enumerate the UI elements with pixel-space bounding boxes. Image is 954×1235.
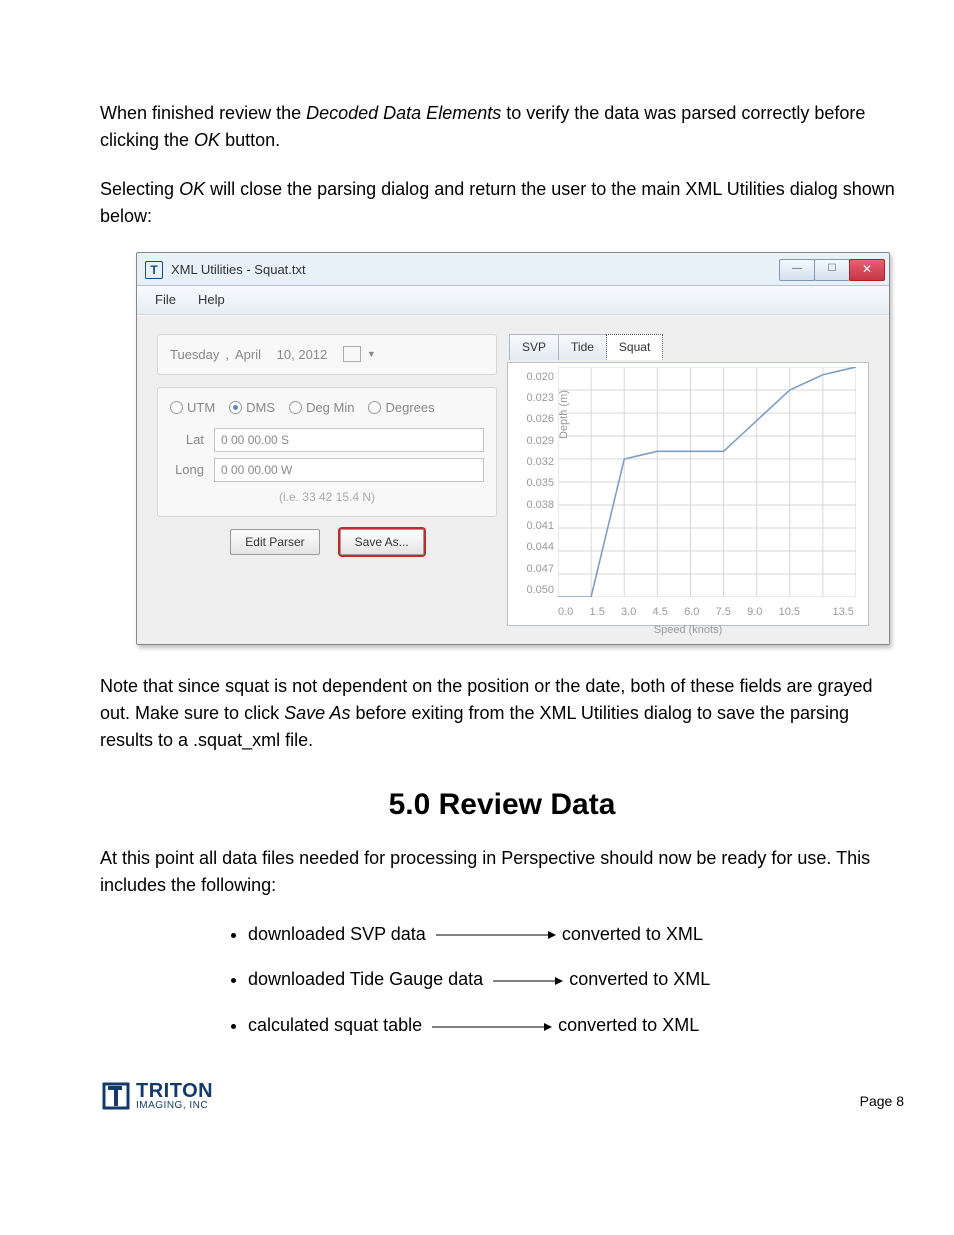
calendar-icon <box>343 346 361 362</box>
long-label: Long <box>170 460 204 480</box>
arrow-icon <box>432 1013 552 1040</box>
radio-degrees[interactable]: Degrees <box>368 398 434 418</box>
chart-panel: 0.020 0.023 0.026 0.029 0.032 0.035 0.03… <box>507 362 869 626</box>
menu-file[interactable]: File <box>155 290 176 310</box>
minimize-button[interactable]: — <box>779 259 815 281</box>
section-heading: 5.0 Review Data <box>100 782 904 827</box>
tab-svp[interactable]: SVP <box>509 334 559 360</box>
edit-parser-button[interactable]: Edit Parser <box>230 529 319 555</box>
chevron-down-icon: ▼ <box>367 348 376 362</box>
list-item: downloaded Tide Gauge dataconverted to X… <box>248 966 904 994</box>
list-item: calculated squat tableconverted to XML <box>248 1012 904 1040</box>
review-list: downloaded SVP dataconverted to XML downl… <box>208 921 904 1040</box>
xml-utilities-window: T XML Utilities - Squat.txt — ☐ ✕ File H… <box>136 252 890 645</box>
chart-plot-area: Depth (m) <box>558 367 856 597</box>
chart-yticks: 0.020 0.023 0.026 0.029 0.032 0.035 0.03… <box>508 367 558 599</box>
date-group: Tuesday , April 10, 2012 ▼ <box>157 334 497 376</box>
date-picker[interactable]: Tuesday , April 10, 2012 ▼ <box>170 345 484 365</box>
tab-tide[interactable]: Tide <box>558 334 607 360</box>
menu-help[interactable]: Help <box>198 290 225 310</box>
paragraph-3: Note that since squat is not dependent o… <box>100 673 904 754</box>
tab-squat[interactable]: Squat <box>606 334 663 360</box>
coord-group: UTM DMS Deg Min Degrees Lat 0 00 00.00 S… <box>157 387 497 517</box>
radio-utm[interactable]: UTM <box>170 398 215 418</box>
logo-icon <box>100 1080 132 1112</box>
window-title: XML Utilities - Squat.txt <box>171 260 306 280</box>
coord-hint: (i.e. 33 42 15.4 N) <box>170 488 484 506</box>
arrow-icon <box>493 967 563 994</box>
maximize-button[interactable]: ☐ <box>814 259 850 281</box>
close-button[interactable]: ✕ <box>849 259 885 281</box>
app-icon: T <box>145 261 163 279</box>
chart-xticks: 0.0 1.5 3.0 4.5 6.0 7.5 9.0 10.5 13.5 <box>558 604 854 621</box>
radio-degmin[interactable]: Deg Min <box>289 398 354 418</box>
arrow-icon <box>436 921 556 948</box>
tab-strip: SVP Tide Squat <box>507 334 869 360</box>
chart-ylabel: Depth (m) <box>556 390 573 439</box>
triton-logo: TRITON IMAGING, INC <box>100 1080 213 1112</box>
save-as-button[interactable]: Save As... <box>340 529 424 555</box>
list-item: downloaded SVP dataconverted to XML <box>248 921 904 949</box>
paragraph-2: Selecting OK will close the parsing dial… <box>100 176 904 230</box>
lat-label: Lat <box>170 430 204 450</box>
window-titlebar: T XML Utilities - Squat.txt — ☐ ✕ <box>137 253 889 286</box>
page-number: Page 8 <box>860 1091 904 1112</box>
radio-dms[interactable]: DMS <box>229 398 275 418</box>
chart-xlabel: Speed (knots) <box>508 622 868 639</box>
paragraph-1: When finished review the Decoded Data El… <box>100 100 904 154</box>
long-input[interactable]: 0 00 00.00 W <box>214 458 484 482</box>
lat-input[interactable]: 0 00 00.00 S <box>214 428 484 452</box>
menu-bar: File Help <box>137 286 889 315</box>
paragraph-4: At this point all data files needed for … <box>100 845 904 899</box>
